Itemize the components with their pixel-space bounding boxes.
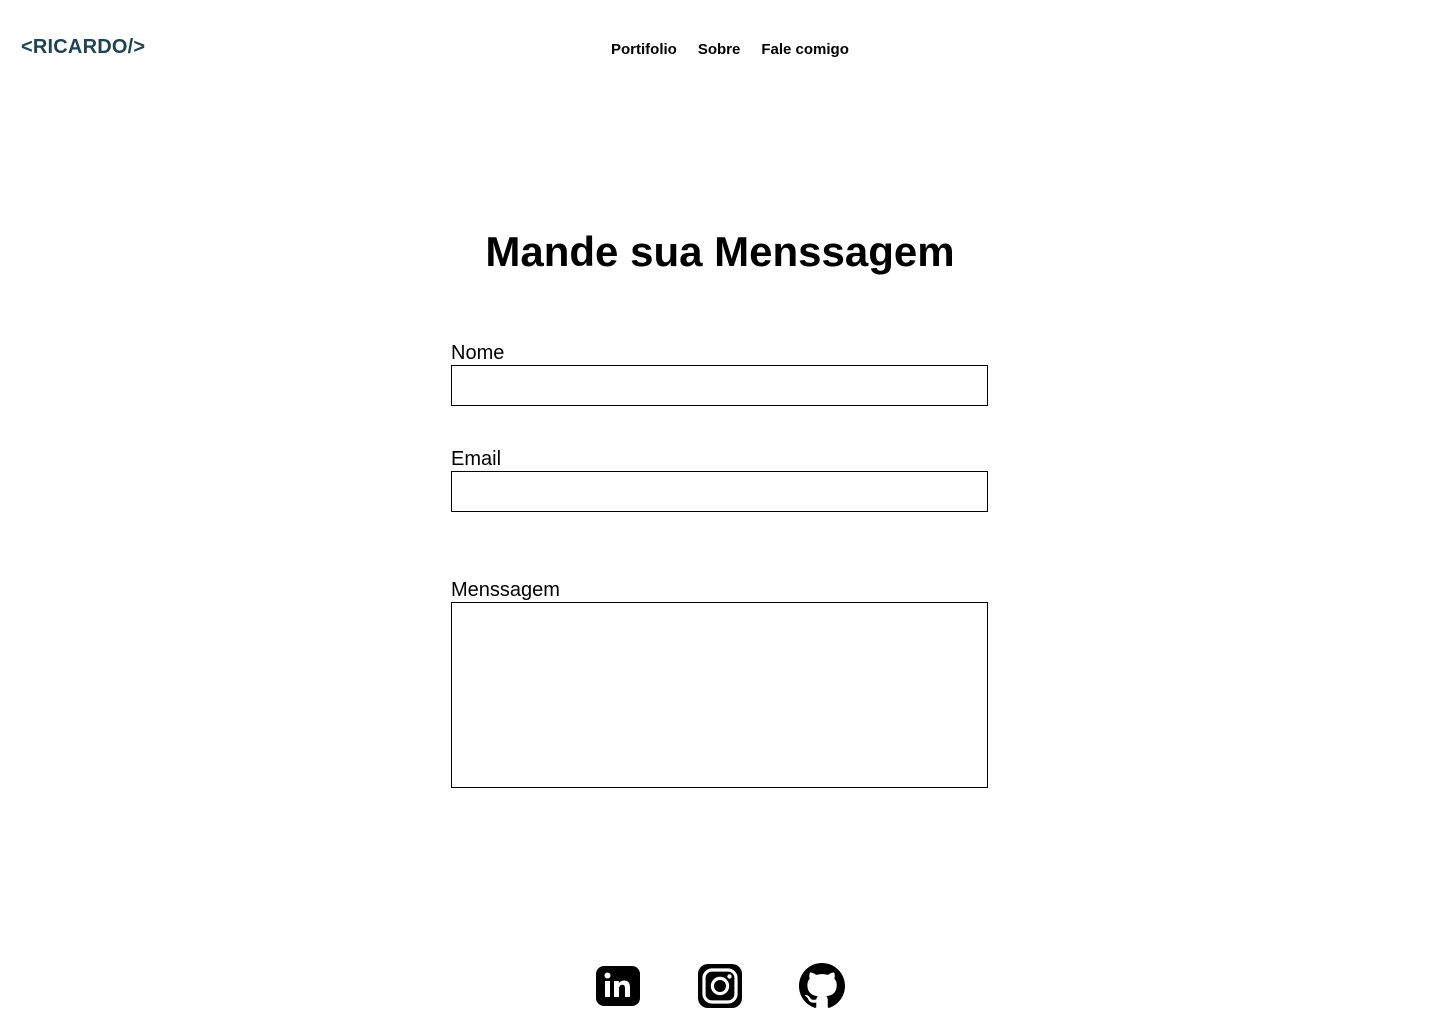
- name-input[interactable]: [451, 365, 988, 406]
- logo-link[interactable]: <RICARDO/>: [21, 36, 145, 59]
- nav-link-fale-comigo[interactable]: Fale comigo: [761, 40, 849, 60]
- message-label: Menssagem: [451, 579, 560, 601]
- github-icon: [799, 963, 845, 1008]
- github-link[interactable]: [799, 963, 845, 1009]
- name-label: Nome: [451, 342, 505, 364]
- instagram-icon: [698, 964, 742, 1008]
- email-label: Email: [451, 448, 502, 470]
- main-nav: Portifolio Sobre Fale comigo: [611, 40, 849, 60]
- instagram-link[interactable]: [697, 963, 743, 1009]
- page: <RICARDO/> Portifolio Sobre Fale comigo …: [0, 0, 1440, 1024]
- linkedin-link[interactable]: [595, 963, 641, 1009]
- linkedin-icon: [596, 966, 640, 1006]
- nav-link-sobre[interactable]: Sobre: [698, 40, 741, 60]
- email-input[interactable]: [451, 471, 988, 512]
- message-textarea[interactable]: [451, 602, 988, 788]
- page-title: Mande sua Menssagem: [485, 228, 955, 275]
- social-links: [595, 963, 845, 1009]
- nav-link-portifolio[interactable]: Portifolio: [611, 40, 677, 60]
